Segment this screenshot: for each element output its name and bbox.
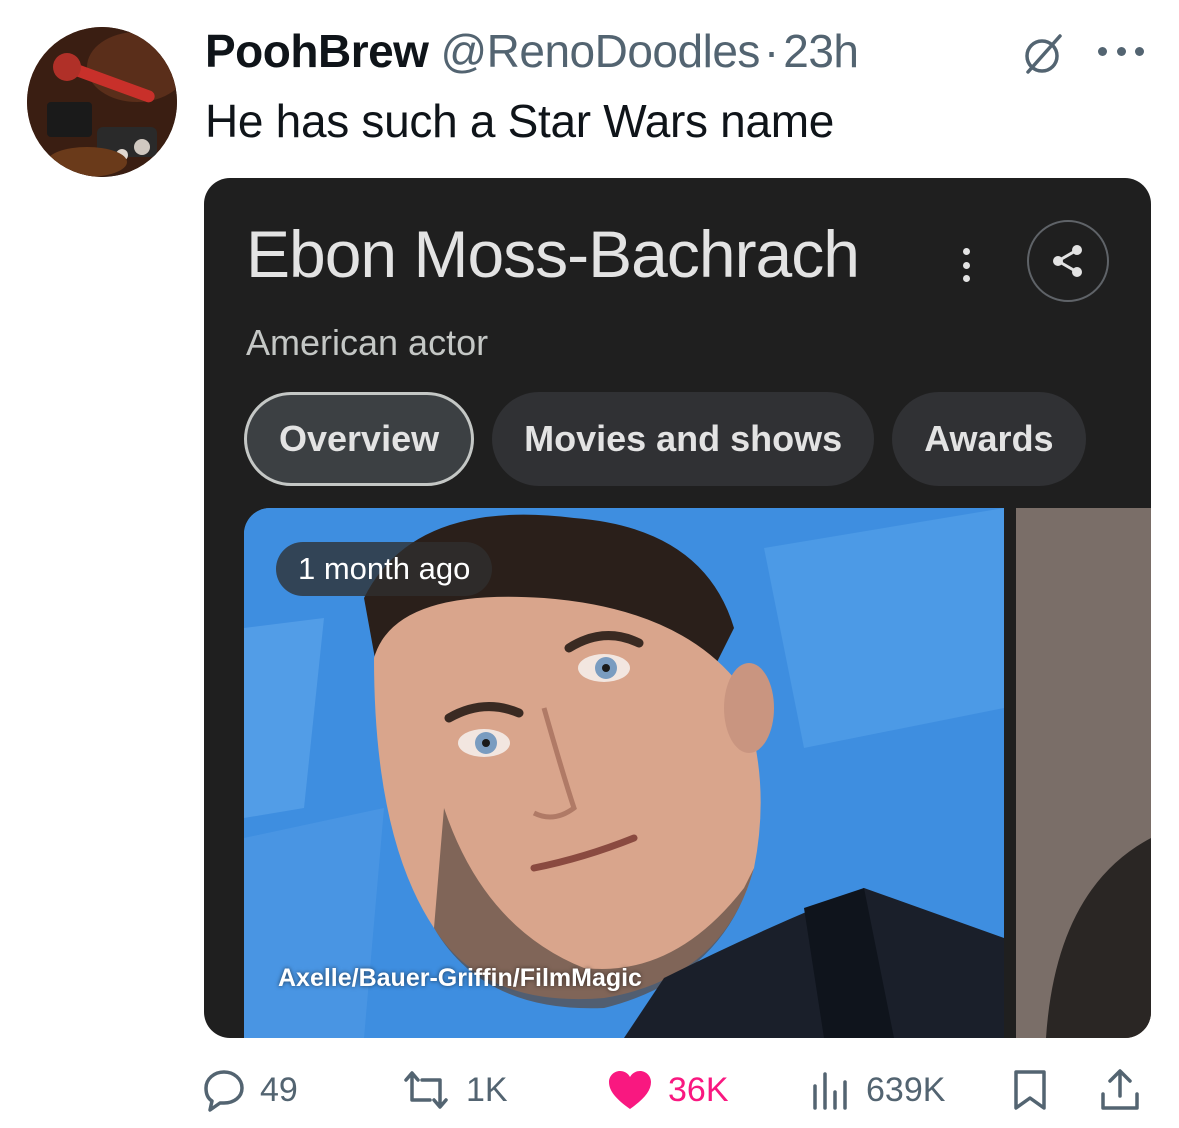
photo-credit: Axelle/Bauer-Griffin/FilmMagic [278,964,642,992]
avatar[interactable] [27,27,177,177]
views-button[interactable]: 639K [808,1068,945,1112]
repost-icon [404,1071,448,1109]
tab-movies-and-shows[interactable]: Movies and shows [492,392,875,486]
card-tabs: Overview Movies and shows Awards [244,392,1086,488]
views-count: 639K [866,1070,946,1109]
card-subtitle: American actor [246,322,489,363]
separator-dot: · [763,25,780,77]
bookmark-icon [1014,1070,1046,1110]
tweet-time[interactable]: 23h [783,24,859,78]
repost-count: 1K [466,1070,508,1109]
author-name[interactable]: PoohBrew [205,24,429,78]
actor-photo[interactable]: 1 month ago Axelle/Bauer-Griffin/FilmMag… [244,508,1004,1038]
like-button[interactable]: 36K [606,1068,729,1112]
reply-icon [204,1070,244,1112]
grok-icon[interactable] [1020,30,1068,78]
heart-icon [609,1071,651,1109]
bookmark-button[interactable] [1010,1068,1050,1112]
reply-count: 49 [260,1070,298,1109]
author-handle[interactable]: @RenoDoodles [440,24,760,78]
more-icon[interactable] [1098,36,1144,66]
share-button[interactable] [1027,220,1109,302]
views-icon [813,1072,847,1110]
action-bar: 49 1K 36K 639K [0,1062,1179,1122]
repost-button[interactable]: 1K [400,1068,508,1112]
kebab-icon[interactable] [956,248,976,282]
reply-button[interactable]: 49 [202,1068,298,1112]
card-title: Ebon Moss-Bachrach [246,217,860,291]
tweet-text: He has such a Star Wars name [205,95,835,147]
knowledge-card: Ebon Moss-Bachrach American actor Overvi… [204,178,1151,1038]
tab-awards[interactable]: Awards [892,392,1086,486]
like-count: 36K [668,1070,729,1109]
share-tweet-button[interactable] [1098,1068,1142,1112]
tab-overview[interactable]: Overview [244,392,475,486]
time-badge: 1 month ago [276,542,493,596]
upload-icon [1101,1069,1139,1110]
tweet-header: PoohBrew @RenoDoodles · 23h [205,24,859,80]
share-icon [1053,245,1082,277]
next-photo-preview[interactable] [1016,508,1151,1038]
